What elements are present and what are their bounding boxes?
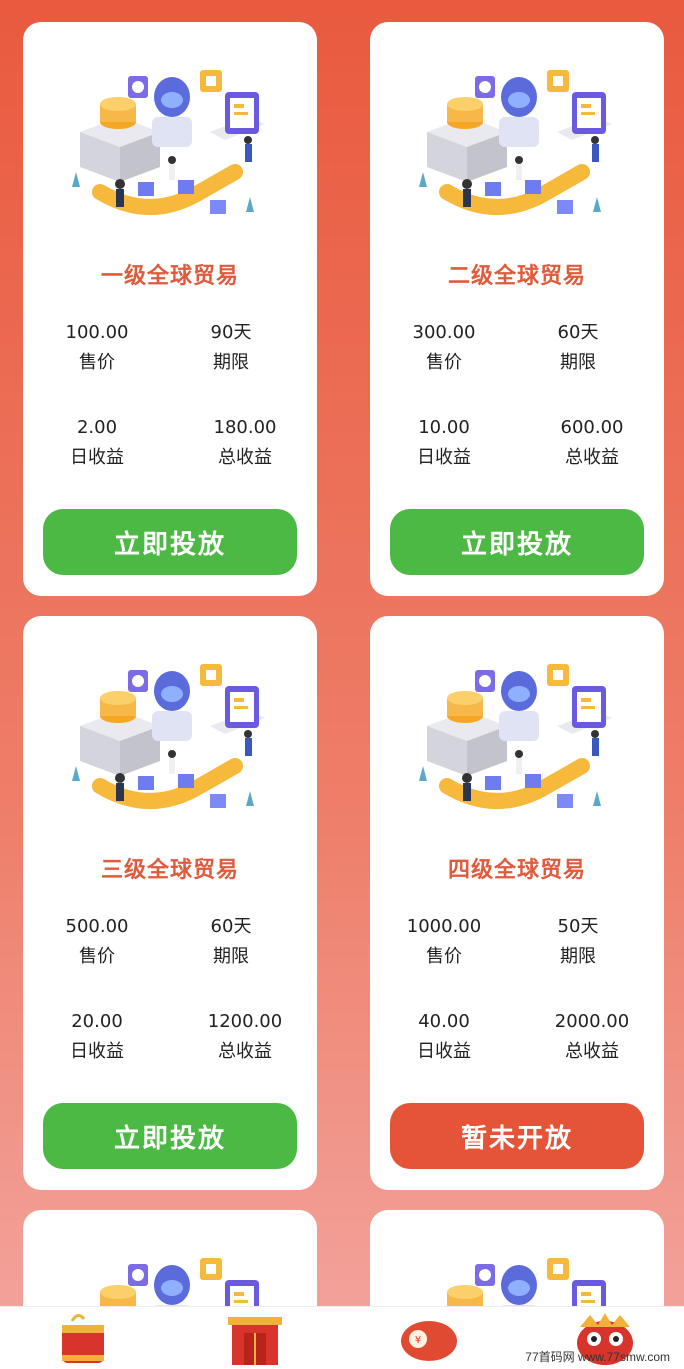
daily-label: 日收益 bbox=[417, 447, 471, 468]
trade-illustration bbox=[60, 62, 280, 242]
price-value: 300.00 bbox=[412, 322, 476, 343]
total-value: 600.00 bbox=[560, 417, 624, 438]
gate-icon[interactable] bbox=[220, 1311, 290, 1367]
price-stat: 100.00 售价 bbox=[37, 318, 157, 378]
daily-value: 2.00 bbox=[76, 417, 118, 438]
price-stat: 300.00 售价 bbox=[384, 318, 504, 378]
price-stat: 1000.00 售价 bbox=[384, 912, 504, 972]
price-value: 1000.00 bbox=[406, 916, 482, 937]
term-label: 期限 bbox=[213, 352, 249, 373]
term-value: 60天 bbox=[210, 916, 252, 937]
daily-value: 40.00 bbox=[418, 1011, 470, 1032]
daily-stat: 40.00 日收益 bbox=[384, 1007, 504, 1067]
term-stat: 60天 期限 bbox=[171, 912, 291, 972]
term-label: 期限 bbox=[213, 946, 249, 967]
term-stat: 50天 期限 bbox=[518, 912, 638, 972]
term-stat: 90天 期限 bbox=[171, 318, 291, 378]
price-label: 售价 bbox=[426, 946, 462, 967]
trade-illustration bbox=[60, 656, 280, 836]
daily-value: 10.00 bbox=[418, 417, 470, 438]
total-label: 总收益 bbox=[565, 1041, 619, 1062]
red-envelope-icon[interactable]: ¥ bbox=[394, 1311, 464, 1367]
total-label: 总收益 bbox=[218, 1041, 272, 1062]
product-card[interactable]: 四级全球贸易 1000.00 售价 50天 期限 40.00 日收益 2000.… bbox=[370, 616, 664, 1190]
price-stat: 500.00 售价 bbox=[37, 912, 157, 972]
product-title: 一级全球贸易 bbox=[100, 264, 239, 289]
daily-stat: 2.00 日收益 bbox=[37, 413, 157, 473]
price-label: 售价 bbox=[79, 946, 115, 967]
total-stat: 600.00 总收益 bbox=[532, 413, 652, 473]
total-value: 1200.00 bbox=[207, 1011, 283, 1032]
daily-label: 日收益 bbox=[70, 1041, 124, 1062]
total-label: 总收益 bbox=[565, 447, 619, 468]
term-label: 期限 bbox=[560, 352, 596, 373]
term-label: 期限 bbox=[560, 946, 596, 967]
daily-value: 20.00 bbox=[71, 1011, 123, 1032]
invest-button[interactable]: 立即投放 bbox=[390, 509, 644, 575]
daily-stat: 20.00 日收益 bbox=[37, 1007, 157, 1067]
total-label: 总收益 bbox=[218, 447, 272, 468]
bottom-nav: ¥ 77首码网 www.77smw.com bbox=[0, 1306, 684, 1369]
not-open-button[interactable]: 暂未开放 bbox=[390, 1103, 644, 1169]
total-value: 180.00 bbox=[213, 417, 277, 438]
price-value: 100.00 bbox=[65, 322, 129, 343]
total-value: 2000.00 bbox=[554, 1011, 630, 1032]
daily-stat: 10.00 日收益 bbox=[384, 413, 504, 473]
trade-illustration bbox=[407, 62, 627, 242]
watermark-text: 77首码网 www.77smw.com bbox=[525, 1350, 670, 1364]
invest-button[interactable]: 立即投放 bbox=[43, 1103, 297, 1169]
term-value: 90天 bbox=[210, 322, 252, 343]
term-value: 50天 bbox=[557, 916, 599, 937]
trade-illustration bbox=[407, 656, 627, 836]
price-value: 500.00 bbox=[65, 916, 129, 937]
svg-text:¥: ¥ bbox=[415, 1335, 421, 1346]
product-title: 二级全球贸易 bbox=[447, 264, 586, 289]
product-title: 四级全球贸易 bbox=[447, 858, 586, 883]
invest-button[interactable]: 立即投放 bbox=[43, 509, 297, 575]
total-stat: 1200.00 总收益 bbox=[185, 1007, 305, 1067]
daily-label: 日收益 bbox=[70, 447, 124, 468]
term-value: 60天 bbox=[557, 322, 599, 343]
product-card[interactable]: 一级全球贸易 100.00 售价 90天 期限 2.00 日收益 180.00 … bbox=[23, 22, 317, 596]
total-stat: 180.00 总收益 bbox=[185, 413, 305, 473]
product-card[interactable]: 三级全球贸易 500.00 售价 60天 期限 20.00 日收益 1200.0… bbox=[23, 616, 317, 1190]
product-title: 三级全球贸易 bbox=[100, 858, 239, 883]
daily-label: 日收益 bbox=[417, 1041, 471, 1062]
firecracker-icon[interactable] bbox=[48, 1311, 118, 1367]
price-label: 售价 bbox=[79, 352, 115, 373]
term-stat: 60天 期限 bbox=[518, 318, 638, 378]
product-card[interactable]: 二级全球贸易 300.00 售价 60天 期限 10.00 日收益 600.00… bbox=[370, 22, 664, 596]
total-stat: 2000.00 总收益 bbox=[532, 1007, 652, 1067]
price-label: 售价 bbox=[426, 352, 462, 373]
